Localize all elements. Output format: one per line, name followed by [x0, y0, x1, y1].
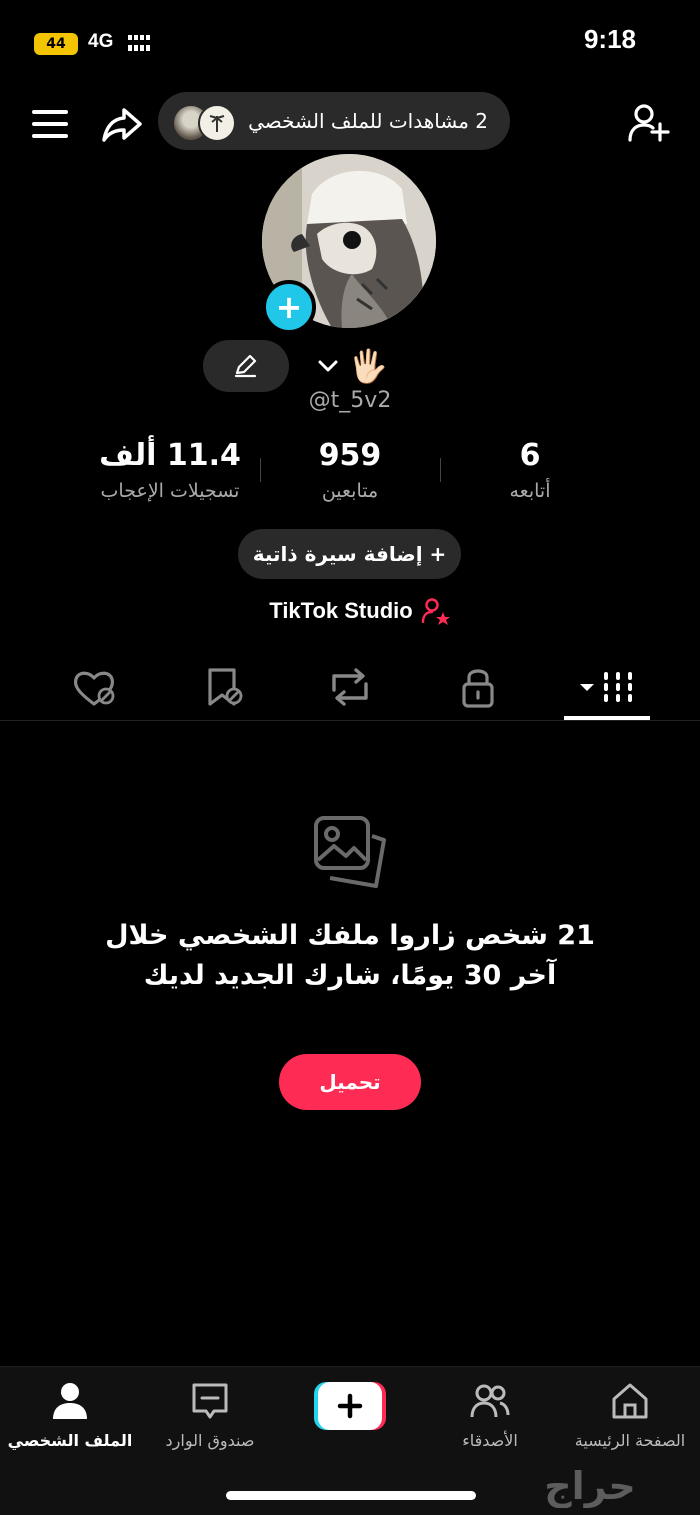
photos-icon [314, 816, 386, 888]
liked-icon[interactable] [64, 664, 124, 710]
menu-icon[interactable] [30, 106, 70, 142]
likes-label: تسجيلات الإعجاب [100, 480, 240, 502]
signal-icon [128, 35, 150, 51]
inbox-icon [192, 1383, 228, 1419]
videos-grid-icon[interactable] [576, 664, 636, 710]
studio-label: TikTok Studio [269, 598, 413, 623]
following-label: أتابعه [509, 480, 551, 502]
display-name-emoji: 🖐🏻 [348, 347, 388, 385]
tiktok-studio-link[interactable]: TikTok Studio [250, 594, 470, 628]
nav-friends[interactable]: الأصدقاء [420, 1375, 560, 1450]
create-post-button[interactable] [314, 1382, 386, 1430]
followers-count[interactable]: 959 [260, 438, 440, 473]
nav-friends-label: الأصدقاء [462, 1431, 518, 1450]
edit-profile-button[interactable] [203, 340, 289, 392]
nav-inbox[interactable]: صندوق الوارد [140, 1375, 280, 1450]
battery-level: 44 [46, 36, 66, 52]
following-count[interactable]: 6 [440, 438, 620, 473]
chevron-down-icon [318, 360, 338, 372]
profile-views-label: 2 مشاهدات للملف الشخصي [248, 109, 488, 133]
profile-views-pill[interactable]: 2 مشاهدات للملف الشخصي [158, 92, 510, 150]
add-avatar-plus-icon[interactable]: + [262, 280, 316, 334]
palm-tree-icon [209, 115, 225, 132]
friends-icon [470, 1384, 510, 1418]
home-icon [612, 1383, 648, 1419]
tab-divider [0, 720, 700, 721]
username: @t_5v2 [308, 388, 392, 413]
network-label: 4G [88, 31, 114, 52]
likes-count[interactable]: 11.4 ألف [80, 438, 260, 473]
nav-profile-label: الملف الشخصي [7, 1431, 133, 1450]
share-icon[interactable] [100, 102, 144, 146]
repost-icon[interactable] [320, 664, 380, 710]
nav-home-label: الصفحة الرئيسية [574, 1431, 686, 1450]
account-switcher[interactable]: 🖐🏻 [312, 346, 392, 386]
profile-icon [53, 1383, 87, 1419]
nav-home[interactable]: الصفحة الرئيسية [560, 1375, 700, 1450]
haraj-watermark: حراج [544, 1464, 636, 1508]
add-friend-icon[interactable] [626, 100, 672, 146]
empty-state-message: 21 شخص زاروا ملفك الشخصي خلال آخر 30 يوم… [105, 920, 595, 991]
nav-inbox-label: صندوق الوارد [165, 1431, 255, 1450]
nav-profile[interactable]: الملف الشخصي [0, 1375, 140, 1450]
battery-icon: 44 [34, 33, 78, 55]
bookmark-icon[interactable] [194, 664, 254, 710]
stat-divider [260, 458, 261, 482]
status-time: 9:18 [583, 24, 637, 54]
add-bio-button[interactable]: + إضافة سيرة ذاتية [238, 529, 461, 579]
followers-label: متابعين [321, 480, 379, 502]
home-indicator [226, 1491, 476, 1500]
creator-star-icon [421, 598, 450, 625]
stat-divider [440, 458, 441, 482]
lock-icon[interactable] [448, 664, 508, 710]
viewer-avatar [198, 104, 236, 142]
pencil-icon [234, 354, 257, 378]
upload-button[interactable]: تحميل [279, 1054, 421, 1110]
